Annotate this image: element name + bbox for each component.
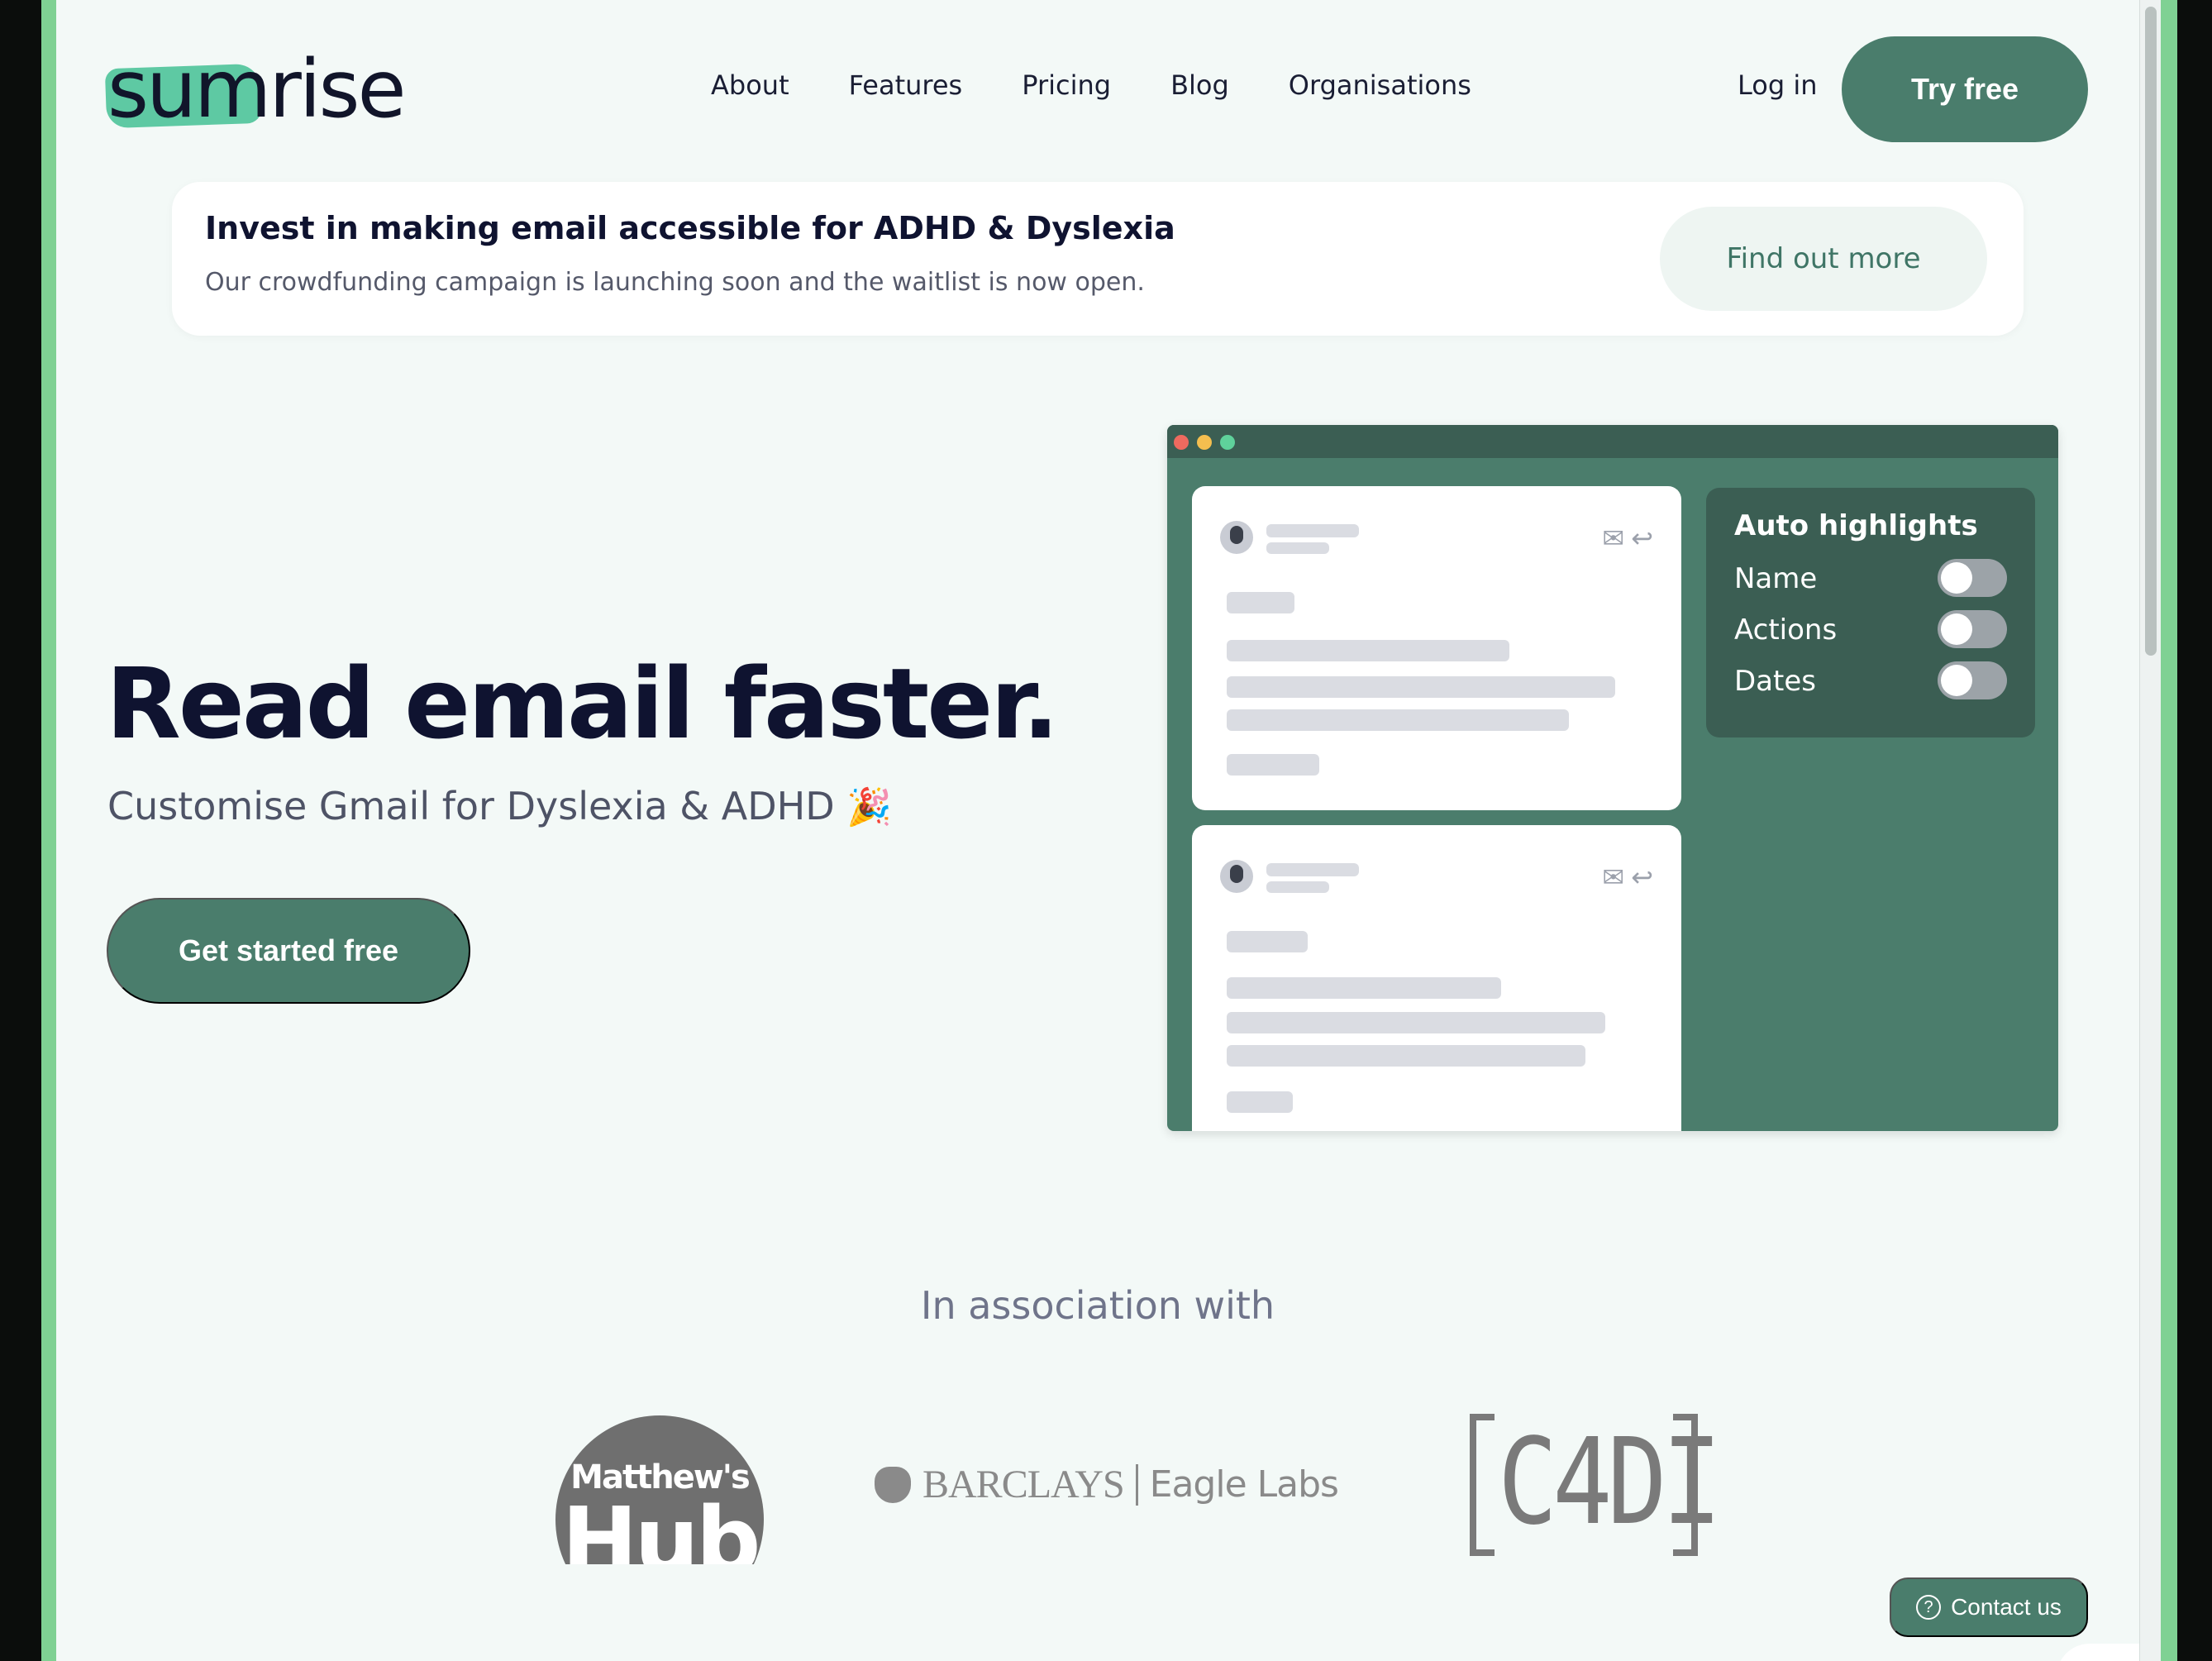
hero-subtitle-text: Customise Gmail for Dyslexia & ADHD (107, 784, 835, 828)
screen-edge-left (0, 0, 41, 1661)
reply-icon: ↩ (1631, 523, 1653, 554)
find-out-more-button[interactable]: Find out more (1660, 207, 1987, 311)
placeholder-line (1266, 542, 1329, 554)
contact-us-button[interactable]: ? Contact us (1890, 1577, 2088, 1637)
placeholder-line (1227, 709, 1569, 731)
toggle-row-name: Name (1734, 559, 2007, 599)
hero-title: Read email faster. (106, 647, 1059, 761)
corner-decoration (2057, 1644, 2139, 1661)
contact-label: Contact us (1951, 1594, 2062, 1620)
help-icon: ? (1916, 1595, 1942, 1620)
hero-subtitle: Customise Gmail for Dyslexia & ADHD 🎉 (107, 784, 892, 828)
barclays-eagle-labs-logo: BARCLAYS Eagle Labs (875, 1462, 1339, 1507)
placeholder-line (1266, 863, 1359, 876)
main-nav: About Features Pricing Blog Organisation… (711, 69, 1471, 101)
c4di-text: C4DI (1498, 1414, 1722, 1552)
email-card: ✉ ↩ (1192, 486, 1681, 810)
nav-about[interactable]: About (711, 69, 789, 101)
placeholder-line (1227, 931, 1308, 952)
nav-blog[interactable]: Blog (1170, 69, 1229, 101)
mail-icon: ✉ (1602, 862, 1625, 893)
try-free-button[interactable]: Try free (1842, 36, 2088, 142)
nav-organisations[interactable]: Organisations (1289, 69, 1471, 101)
party-popper-icon: 🎉 (846, 786, 893, 828)
placeholder-line (1227, 1091, 1293, 1113)
actions-toggle[interactable] (1938, 610, 2007, 648)
toggle-label: Actions (1734, 613, 1838, 647)
window-dot-green (1220, 435, 1235, 450)
scrollbar-thumb[interactable] (2145, 7, 2157, 656)
vertical-scrollbar[interactable] (2139, 0, 2161, 1661)
screen-edge-right (2177, 0, 2212, 1661)
eagle-labs-name: Eagle Labs (1149, 1463, 1339, 1506)
eagle-icon (875, 1466, 911, 1503)
panel-title: Auto highlights (1734, 509, 1978, 542)
placeholder-line (1227, 754, 1319, 776)
dates-toggle[interactable] (1938, 661, 2007, 699)
placeholder-line (1266, 524, 1359, 537)
avatar (1220, 860, 1253, 893)
window-border-right (2161, 0, 2177, 1661)
placeholder-line (1227, 1045, 1585, 1067)
toggle-row-actions: Actions (1734, 610, 2007, 650)
nav-pricing[interactable]: Pricing (1022, 69, 1111, 101)
association-heading: In association with (920, 1283, 1275, 1328)
matthews-hub-logo: Matthew's Hub (555, 1415, 764, 1564)
banner-title: Invest in making email accessible for AD… (205, 210, 1175, 246)
toggle-label: Dates (1734, 665, 1816, 698)
window-dot-red (1174, 435, 1189, 450)
toggle-label: Name (1734, 562, 1818, 595)
page: sumrise About Features Pricing Blog Orga… (56, 0, 2139, 1661)
mockup-titlebar (1167, 425, 2058, 458)
crowdfunding-banner: Invest in making email accessible for AD… (172, 182, 2024, 336)
placeholder-line (1227, 592, 1294, 613)
window-border-left (41, 0, 56, 1661)
logo-divider (1135, 1463, 1138, 1506)
nav-features[interactable]: Features (849, 69, 963, 101)
logo-text: sumrise (107, 43, 407, 136)
placeholder-line (1227, 640, 1509, 661)
barclays-name: BARCLAYS (922, 1463, 1125, 1506)
c4di-logo: C4DI (1470, 1414, 1722, 1556)
window-dot-yellow (1197, 435, 1212, 450)
hub-main-text: Hub (561, 1487, 760, 1564)
email-card: ✉ ↩ (1192, 825, 1681, 1131)
reply-icon: ↩ (1631, 862, 1653, 893)
avatar (1220, 521, 1253, 554)
get-started-free-button[interactable]: Get started free (107, 898, 470, 1004)
mail-icon: ✉ (1602, 523, 1625, 554)
auto-highlights-panel: Auto highlights Name Actions Dates (1706, 488, 2035, 737)
placeholder-line (1227, 977, 1501, 999)
banner-subtitle: Our crowdfunding campaign is launching s… (205, 268, 1145, 297)
placeholder-line (1227, 1012, 1605, 1033)
product-mockup: ✉ ↩ ✉ ↩ Auto highlights Name Actions Dat… (1167, 425, 2058, 1131)
toggle-row-dates: Dates (1734, 661, 2007, 701)
login-link[interactable]: Log in (1738, 69, 1818, 101)
placeholder-line (1266, 881, 1329, 893)
name-toggle[interactable] (1938, 559, 2007, 597)
placeholder-line (1227, 676, 1615, 698)
